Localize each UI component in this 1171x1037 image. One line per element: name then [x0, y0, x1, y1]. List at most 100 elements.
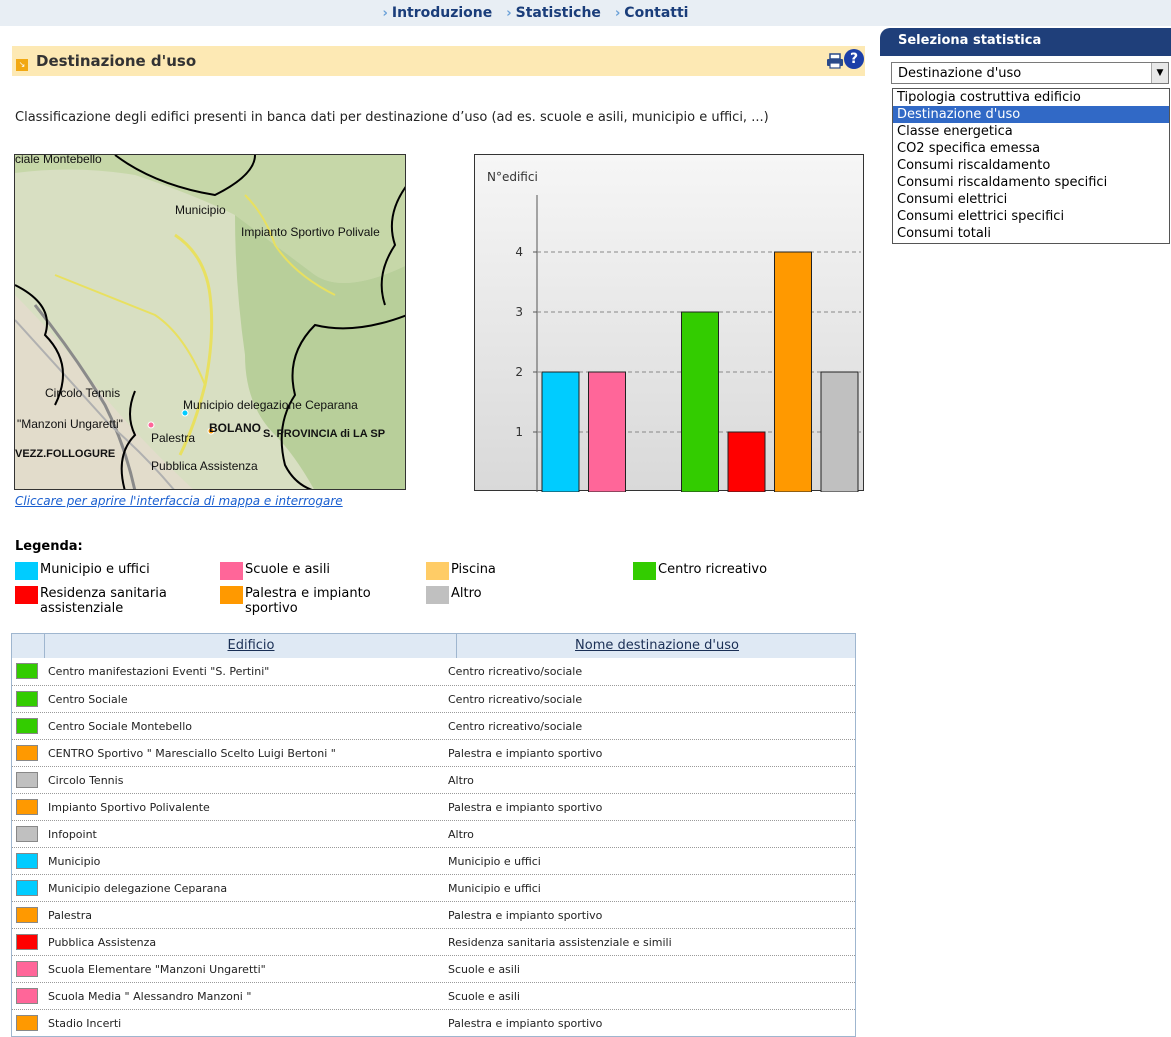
row-building-name: Scuola Elementare "Manzoni Ungaretti" — [48, 963, 266, 976]
row-color-swatch — [16, 663, 38, 679]
dropdown-option[interactable]: Consumi riscaldamento — [893, 157, 1169, 174]
row-building-name: Stadio Incerti — [48, 1017, 122, 1030]
legend-swatch — [633, 562, 656, 580]
bar-2 — [588, 371, 626, 492]
map-label: ciale Montebello — [15, 154, 102, 166]
legend-label: Scuole e asili — [245, 562, 331, 577]
map-thumbnail[interactable]: ciale Montebello Municipio Impianto Spor… — [14, 154, 406, 490]
row-building-name: Palestra — [48, 909, 93, 922]
table-row[interactable]: Stadio Incerti Palestra e impianto sporti… — [12, 1009, 855, 1036]
table-row[interactable]: Centro Sociale Centro ricreativo/sociale — [12, 685, 855, 712]
map-label: Pubblica Assistenza — [151, 459, 258, 473]
title-bar: ↘ Destinazione d'uso ? — [12, 46, 865, 76]
row-use-name: Scuole e asili — [448, 963, 520, 976]
header-destinazione[interactable]: Nome destinazione d'uso — [458, 634, 856, 658]
row-use-name: Palestra e impianto sportivo — [448, 801, 603, 814]
chart-svg: 1 2 3 4 N°edifici — [487, 170, 861, 492]
statistics-panel-header: Seleziona statistica — [880, 28, 1171, 56]
open-map-link[interactable]: Cliccare per aprire l'interfaccia di map… — [15, 494, 343, 508]
row-color-swatch — [16, 961, 38, 977]
table-row[interactable]: Centro Sociale Montebello Centro ricreati… — [12, 712, 855, 739]
page-description: Classificazione degli edifici presenti i… — [15, 110, 769, 125]
legend-swatch — [15, 586, 38, 604]
table-row[interactable]: Infopoint Altro — [12, 820, 855, 847]
chevron-right-icon: › — [614, 5, 621, 21]
row-use-name: Centro ricreativo/sociale — [448, 720, 583, 733]
row-building-name: Infopoint — [48, 828, 97, 841]
dropdown-option[interactable]: CO2 specifica emessa — [893, 140, 1169, 157]
row-use-name: Altro — [448, 774, 474, 787]
dropdown-option[interactable]: Consumi totali — [893, 225, 1169, 242]
map-label: Impianto Sportivo Polivale — [241, 225, 380, 239]
row-building-name: Municipio delegazione Ceparana — [48, 882, 228, 895]
dropdown-option[interactable]: Destinazione d'uso — [893, 106, 1169, 123]
nav-contatti[interactable]: › Contatti — [615, 5, 689, 21]
row-color-swatch — [16, 907, 38, 923]
legend-label: Residenza sanitaria assistenziale — [40, 586, 167, 616]
help-icon[interactable]: ? — [844, 49, 864, 69]
table-row[interactable]: Municipio Municipio e uffici — [12, 847, 855, 874]
row-building-name: Municipio — [48, 855, 101, 868]
row-use-name: Centro ricreativo/sociale — [448, 693, 583, 706]
map-label: BOLANO — [209, 421, 261, 435]
row-building-name: Pubblica Assistenza — [48, 936, 157, 949]
legend-title: Legenda: — [15, 539, 83, 554]
dropdown-option[interactable]: Tipologia costruttiva edificio — [893, 89, 1169, 106]
map-label: Palestra — [151, 431, 196, 445]
row-building-name: Scuola Media " Alessandro Manzoni " — [48, 990, 252, 1003]
top-nav: › Introduzione › Statistiche › Contatti — [0, 0, 1171, 26]
row-building-name: Circolo Tennis — [48, 774, 124, 787]
nav-introduzione[interactable]: › Introduzione — [383, 5, 493, 21]
nav-statistiche[interactable]: › Statistiche — [506, 5, 601, 21]
dropdown-option[interactable]: Classe energetica — [893, 123, 1169, 140]
header-edificio[interactable]: Edificio — [46, 634, 457, 658]
legend-swatch — [220, 562, 243, 580]
row-use-name: Palestra e impianto sportivo — [448, 1017, 603, 1030]
y-tick-label: 3 — [515, 305, 523, 319]
legend-swatch — [426, 586, 449, 604]
chevron-down-icon[interactable]: ▼ — [1151, 63, 1168, 83]
row-use-name: Scuole e asili — [448, 990, 520, 1003]
table-row[interactable]: Municipio delegazione Ceparana Municipio … — [12, 874, 855, 901]
row-color-swatch — [16, 745, 38, 761]
row-color-swatch — [16, 772, 38, 788]
table-row[interactable]: Pubblica Assistenza Residenza sanitaria a… — [12, 928, 855, 955]
row-building-name: Impianto Sportivo Polivalente — [48, 801, 210, 814]
dropdown-option[interactable]: Consumi riscaldamento specifici — [893, 174, 1169, 191]
dropdown-option[interactable]: Consumi elettrici — [893, 191, 1169, 208]
table-row[interactable]: Circolo Tennis Altro — [12, 766, 855, 793]
table-row[interactable]: Scuola Elementare "Manzoni Ungaretti" Scu… — [12, 955, 855, 982]
dropdown-option[interactable]: Consumi elettrici specifici — [893, 208, 1169, 225]
map-label: Circolo Tennis — [45, 386, 121, 400]
table-row[interactable]: Impianto Sportivo Polivalente Palestra e … — [12, 793, 855, 820]
statistic-dropdown: Tipologia costruttiva edificio Destinazio… — [892, 88, 1170, 244]
chevron-right-icon: › — [382, 5, 388, 21]
print-icon[interactable] — [826, 53, 844, 69]
row-building-name: Centro manifestazioni Eventi "S. Pertini… — [48, 665, 270, 678]
statistic-select[interactable]: Destinazione d'uso ▼ — [891, 62, 1169, 84]
table-row[interactable]: Palestra Palestra e impianto sportivo — [12, 901, 855, 928]
legend-swatch — [426, 562, 449, 580]
table-row[interactable]: CENTRO Sportivo " Maresciallo Scelto Lui… — [12, 739, 855, 766]
row-use-name: Palestra e impianto sportivo — [448, 909, 603, 922]
section-marker-icon: ↘ — [16, 59, 28, 71]
row-building-name: Centro Sociale — [48, 693, 128, 706]
y-tick-label: 4 — [515, 245, 523, 259]
bar-5 — [727, 431, 766, 492]
row-color-swatch — [16, 718, 38, 734]
row-use-name: Altro — [448, 828, 474, 841]
table-row[interactable]: Scuola Media " Alessandro Manzoni " Scuol… — [12, 982, 855, 1009]
legend-label: Palestra e impianto sportivo — [245, 586, 371, 616]
row-color-swatch — [16, 880, 38, 896]
map-label: Municipio — [175, 203, 226, 217]
row-use-name: Palestra e impianto sportivo — [448, 747, 603, 760]
row-building-name: CENTRO Sportivo " Maresciallo Scelto Lui… — [48, 747, 336, 760]
y-axis-label: N°edifici — [487, 170, 538, 184]
bar-7 — [820, 371, 859, 492]
legend-swatch — [15, 562, 38, 580]
panel-title: Seleziona statistica — [898, 33, 1042, 48]
table-row[interactable]: Centro manifestazioni Eventi "S. Pertini… — [12, 658, 855, 685]
page-title: Destinazione d'uso — [36, 52, 197, 70]
buildings-table: Edificio Nome destinazione d'uso Centro … — [11, 633, 856, 1037]
table-header: Edificio Nome destinazione d'uso — [12, 634, 855, 658]
